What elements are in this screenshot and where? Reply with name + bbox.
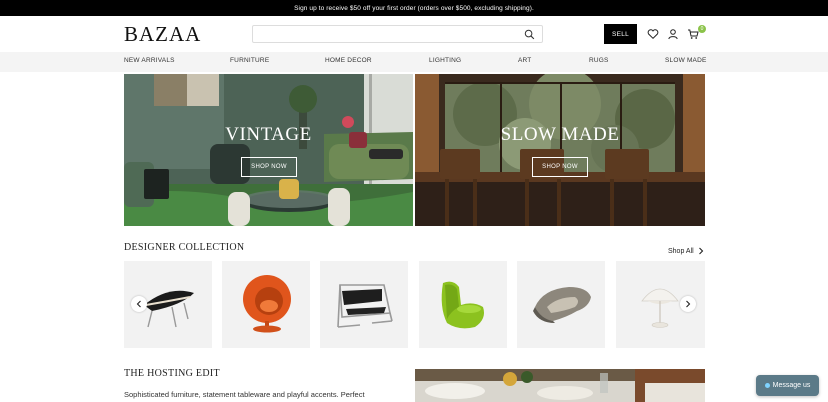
chevron-right-icon	[698, 247, 703, 255]
shop-now-slow-made-button[interactable]: SHOP NOW	[532, 157, 588, 177]
search-icon[interactable]	[524, 29, 535, 40]
orange-ball-chair-image	[243, 275, 291, 333]
chevron-right-icon	[686, 300, 691, 308]
search-input[interactable]	[253, 29, 513, 46]
hosting-edit-title: THE HOSTING EDIT	[124, 368, 220, 379]
vintage-room-image	[124, 74, 413, 226]
nav-item-home-decor[interactable]: HOME DECOR	[325, 57, 372, 64]
message-us-label[interactable]: Message us	[773, 382, 811, 389]
hosting-edit-description: Sophisticated furniture, statement table…	[124, 390, 365, 399]
dining-room-image	[415, 74, 705, 226]
chevron-left-icon	[136, 300, 141, 308]
nav-item-rugs[interactable]: RUGS	[589, 57, 609, 64]
shop-all-label[interactable]: Shop All	[668, 248, 694, 255]
nav-item-slow-made[interactable]: SLOW MADE	[665, 57, 707, 64]
hero-title-slow-made: SLOW MADE	[500, 124, 620, 145]
message-us-button[interactable]: Message us	[756, 375, 819, 396]
product-card-green-lounge-chair[interactable]	[419, 261, 507, 348]
nav-item-new-arrivals[interactable]: NEW ARRIVALS	[124, 57, 175, 64]
main-nav: NEW ARRIVALS FURNITURE HOME DECOR LIGHTI…	[0, 52, 828, 72]
announcement-text[interactable]: Sign up to receive $50 off your first or…	[294, 5, 534, 12]
chat-icon	[764, 383, 770, 388]
cart-count-badge: 0	[698, 25, 706, 33]
hero-vintage[interactable]: VINTAGE SHOP NOW	[124, 74, 413, 226]
site-logo[interactable]: BAZAA	[124, 23, 201, 45]
sculptural-armchair-image	[533, 287, 591, 323]
hosting-edit-image[interactable]	[415, 369, 705, 402]
green-lounge-chair-image	[441, 281, 484, 329]
nav-item-art[interactable]: ART	[518, 57, 531, 64]
hero-slow-made[interactable]: SLOW MADE SHOP NOW	[415, 74, 705, 226]
shop-all-link[interactable]: Shop All	[668, 247, 704, 255]
wassily-chair-image	[337, 284, 393, 328]
site-header: BAZAA SELL 0	[0, 16, 828, 52]
carousel-next-button[interactable]	[680, 296, 696, 312]
nav-item-furniture[interactable]: FURNITURE	[230, 57, 269, 64]
product-card-sculptural-armchair[interactable]	[517, 261, 605, 348]
shop-now-vintage-button[interactable]: SHOP NOW	[241, 157, 297, 177]
product-card-orange-ball-chair[interactable]	[222, 261, 310, 348]
product-card-wassily-chair[interactable]	[320, 261, 408, 348]
nav-item-lighting[interactable]: LIGHTING	[429, 57, 461, 64]
user-icon[interactable]	[667, 28, 679, 40]
designer-collection-title: DESIGNER COLLECTION	[124, 242, 245, 253]
carousel-prev-button[interactable]	[131, 296, 147, 312]
sell-button[interactable]: SELL	[604, 24, 637, 44]
table-setting-image	[415, 369, 705, 402]
announcement-bar[interactable]: Sign up to receive $50 off your first or…	[0, 0, 828, 16]
hero-title-vintage: VINTAGE	[225, 124, 312, 145]
heart-icon[interactable]	[647, 28, 659, 40]
search-bar[interactable]	[252, 25, 543, 46]
